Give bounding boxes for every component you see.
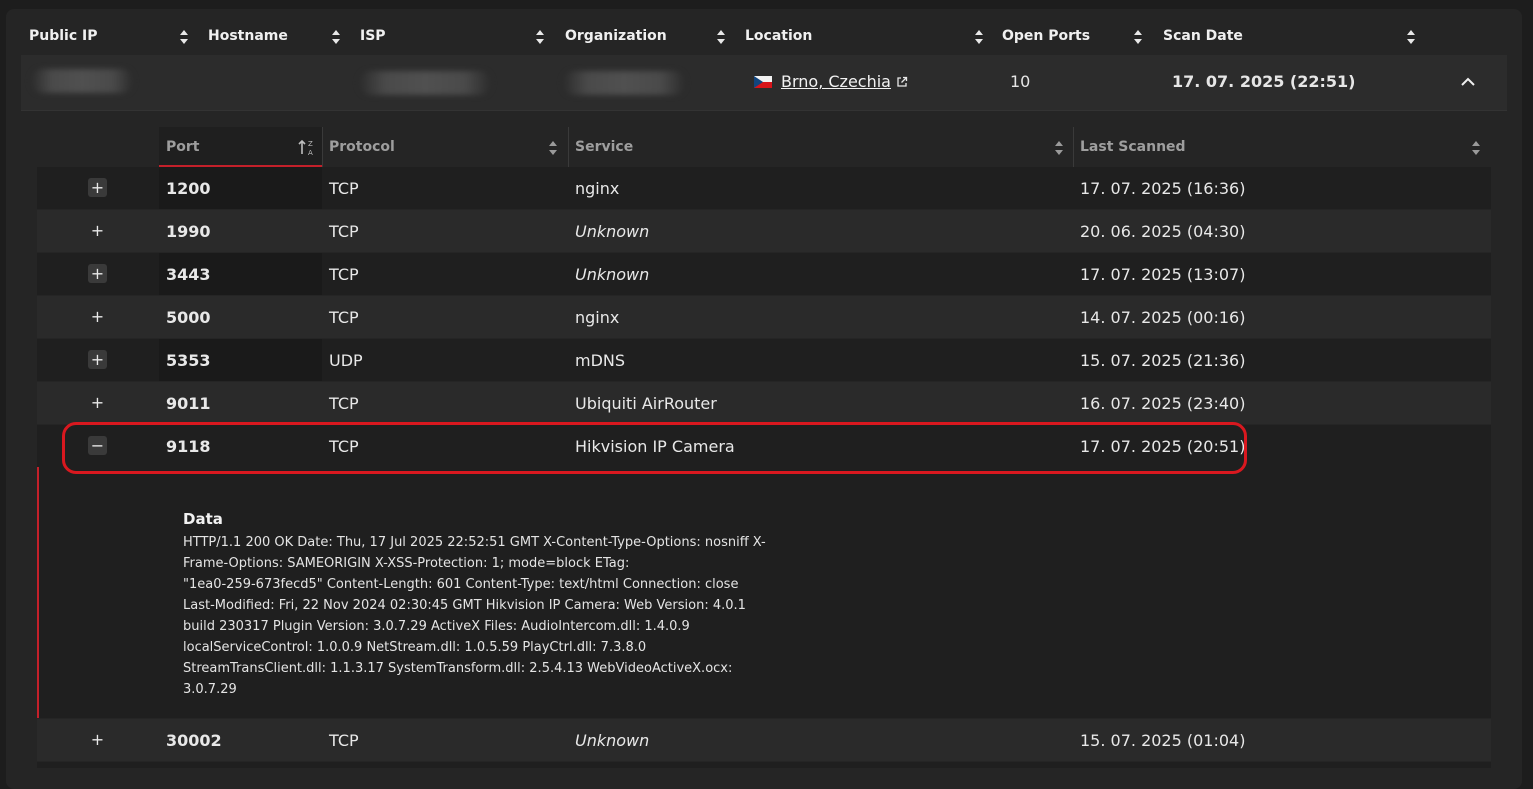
table-row[interactable]: + 5353 UDP mDNS 15. 07. 2025 (21:36) [37, 339, 1491, 381]
location-link[interactable]: Brno, Czechia [781, 72, 891, 91]
redacted-public-ip [31, 69, 133, 93]
protocol: TCP [329, 393, 359, 413]
expand-plus-icon[interactable]: + [88, 178, 107, 197]
col-hostname[interactable]: Hostname [208, 18, 288, 54]
col-open-ports[interactable]: Open Ports [1002, 18, 1090, 54]
table-row[interactable]: + 3443 TCP Unknown 17. 07. 2025 (13:07) [37, 253, 1491, 295]
sort-icon[interactable] [1472, 141, 1480, 155]
service: Unknown [575, 221, 650, 241]
protocol: TCP [329, 264, 359, 284]
last-scanned: 17. 07. 2025 (13:07) [1080, 264, 1246, 284]
svg-text:A: A [308, 149, 313, 156]
last-scanned: 14. 07. 2025 (00:16) [1080, 307, 1246, 327]
port-number: 1200 [166, 178, 211, 198]
highlight-annotation [62, 422, 1247, 474]
sort-icon[interactable] [975, 30, 983, 44]
flag-czechia-icon [754, 75, 772, 88]
col-protocol[interactable]: Protocol [329, 127, 395, 167]
main-table-header: Public IP Hostname ISP Organization Loca… [21, 18, 1507, 54]
port-number: 30002 [166, 730, 222, 750]
table-row[interactable]: + 30002 TCP Unknown 15. 07. 2025 (01:04) [37, 719, 1491, 761]
last-scanned: 15. 07. 2025 (21:36) [1080, 350, 1246, 370]
col-last-scanned[interactable]: Last Scanned [1080, 127, 1186, 167]
table-row[interactable]: + 1990 TCP Unknown 20. 06. 2025 (04:30) [37, 210, 1491, 252]
sort-icon[interactable] [180, 30, 188, 44]
port-number: 9011 [166, 393, 211, 413]
col-service[interactable]: Service [575, 127, 633, 167]
port-number: 5353 [166, 350, 211, 370]
protocol: TCP [329, 307, 359, 327]
table-row[interactable]: + 5000 TCP nginx 14. 07. 2025 (00:16) [37, 296, 1491, 338]
port-number: 1990 [166, 221, 211, 241]
expand-plus-icon[interactable]: + [88, 307, 107, 326]
col-port[interactable]: Port [166, 127, 199, 167]
redacted-isp [359, 71, 491, 95]
sort-icon[interactable] [1134, 30, 1142, 44]
protocol: TCP [329, 730, 359, 750]
port-number: 3443 [166, 264, 211, 284]
sort-icon[interactable] [332, 30, 340, 44]
service: nginx [575, 178, 620, 198]
chevron-up-icon[interactable] [1460, 75, 1476, 87]
expand-plus-icon[interactable]: + [88, 221, 107, 240]
expand-plus-icon[interactable]: + [88, 393, 107, 412]
last-scanned: 17. 07. 2025 (16:36) [1080, 178, 1246, 198]
col-location[interactable]: Location [745, 18, 812, 54]
banner-data: HTTP/1.1 200 OK Date: Thu, 17 Jul 2025 2… [183, 535, 766, 697]
last-scanned: 16. 07. 2025 (23:40) [1080, 393, 1246, 413]
host-row[interactable]: Brno, Czechia 10 17. 07. 2025 (22:51) [21, 55, 1507, 111]
expand-plus-icon[interactable]: + [88, 730, 107, 749]
sort-icon[interactable] [536, 30, 544, 44]
expand-plus-icon[interactable]: + [88, 264, 107, 283]
service: Unknown [575, 730, 650, 750]
open-ports-count: 10 [1010, 72, 1031, 91]
service: Unknown [575, 264, 650, 284]
svg-text:Z: Z [308, 140, 313, 148]
service: Ubiquiti AirRouter [575, 393, 717, 413]
external-link-icon[interactable] [896, 76, 908, 88]
col-isp[interactable]: ISP [360, 18, 386, 54]
protocol: UDP [329, 350, 363, 370]
col-organization[interactable]: Organization [565, 18, 667, 54]
data-title: Data [183, 510, 223, 528]
sort-ascending-icon[interactable]: Z A [298, 138, 316, 156]
port-number: 5000 [166, 307, 211, 327]
sort-icon[interactable] [717, 30, 725, 44]
expand-plus-icon[interactable]: + [88, 350, 107, 369]
service: mDNS [575, 350, 626, 370]
location-cell: Brno, Czechia [754, 72, 908, 91]
last-scanned: 20. 06. 2025 (04:30) [1080, 221, 1246, 241]
redacted-organization [563, 71, 685, 95]
ports-table-header: Port Z A Protocol Service Last Scanned [37, 127, 1491, 167]
table-row[interactable]: + 9011 TCP Ubiquiti AirRouter 16. 07. 20… [37, 382, 1491, 424]
port-detail-panel: Data HTTP/1.1 200 OK Date: Thu, 17 Jul 2… [37, 467, 1491, 718]
last-scanned: 15. 07. 2025 (01:04) [1080, 730, 1246, 750]
sort-icon[interactable] [1055, 141, 1063, 155]
table-row[interactable]: + 1200 TCP nginx 17. 07. 2025 (16:36) [37, 167, 1491, 209]
protocol: TCP [329, 178, 359, 198]
table-row [37, 762, 1491, 768]
protocol: TCP [329, 221, 359, 241]
col-public-ip[interactable]: Public IP [29, 18, 98, 54]
sort-icon[interactable] [1407, 30, 1415, 44]
col-scan-date[interactable]: Scan Date [1163, 18, 1243, 54]
service: nginx [575, 307, 620, 327]
scan-date: 17. 07. 2025 (22:51) [1172, 72, 1356, 91]
sort-icon[interactable] [549, 141, 557, 155]
